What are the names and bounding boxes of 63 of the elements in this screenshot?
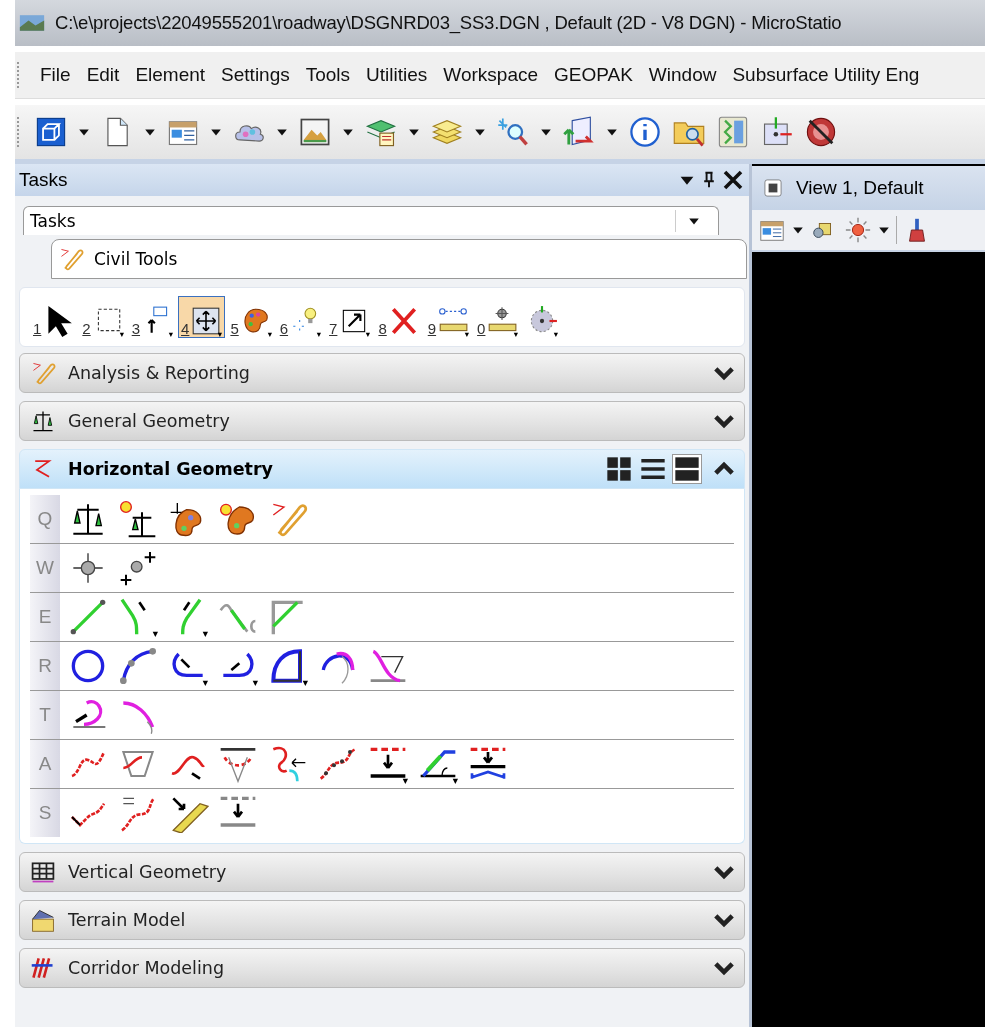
menu-item[interactable]: Tools [297,60,359,90]
terrain-icon [30,907,56,933]
chevron-icon[interactable] [714,412,734,430]
corridor-icon [30,955,56,981]
row-shortcut-key: W [30,544,60,592]
section-header[interactable]: Terrain Model [19,900,745,940]
row-shortcut-key: Q [30,495,60,543]
menu-item[interactable]: GEOPAK [546,60,641,90]
large-view-icon[interactable] [672,454,702,484]
chevron-icon[interactable] [714,959,734,977]
row-shortcut-key: A [30,740,60,788]
section-header[interactable]: Analysis & Reporting [19,353,745,393]
section-header[interactable]: General Geometry [19,401,745,441]
scale-icon [30,408,56,434]
menu-item[interactable]: Settings [213,60,298,90]
tool-button[interactable]: 2 [79,296,127,338]
tool-button[interactable]: 3 [128,296,177,338]
tool-button[interactable]: 0 [474,296,522,338]
row-shortcut-key: S [30,789,60,837]
chevron-icon[interactable] [714,460,734,478]
tool-button[interactable]: 1 [30,296,78,338]
point-ruler-icon [486,305,519,337]
grid-icon [30,859,56,885]
panel-icon[interactable] [716,115,750,149]
tab[interactable]: Civil Tools [51,239,747,279]
sun-icon[interactable] [844,216,872,244]
row-shortcut-key: T [30,691,60,739]
tool-button[interactable]: 5 [227,296,275,338]
menu-item[interactable]: Element [127,60,214,90]
grid-view-icon[interactable] [604,454,634,484]
tool-button[interactable]: 9 [424,296,473,338]
cube-icon[interactable] [34,115,68,149]
section-header[interactable]: Horizontal Geometry [19,449,745,489]
menu-item[interactable]: Edit [78,60,128,90]
view-title: View 1, Default [796,177,924,199]
row-shortcut-key: R [30,642,60,690]
window-icon[interactable] [762,177,784,199]
no-entry-icon[interactable] [804,115,838,149]
panel-title: Tasks [19,169,69,191]
tool-button[interactable]: 7 [326,296,374,338]
distance-icon [437,305,470,337]
info-icon[interactable] [628,115,662,149]
stretch-icon [190,305,223,337]
menu-item[interactable]: Window [640,60,725,90]
pin-icon[interactable] [703,171,715,189]
menu-item[interactable]: Subsurface Utility Eng [724,60,928,90]
tool-button[interactable]: 8 [375,296,423,338]
close-icon[interactable] [723,170,743,190]
paperclip-icon [58,246,84,272]
chevron-icon[interactable] [714,911,734,929]
chevron-icon[interactable] [714,364,734,382]
section-header[interactable]: Corridor Modeling [19,948,745,988]
menu-item[interactable]: File [32,60,79,90]
tool-button[interactable]: 4 [178,296,226,338]
tool-button[interactable]: 6 [276,296,325,338]
paperclip-icon [30,360,56,386]
task-dropdown[interactable]: Tasks [23,206,719,235]
row-shortcut-key: E [30,593,60,641]
menu-item[interactable]: Utilities [358,60,436,90]
chevron-icon[interactable] [714,863,734,881]
window-title: C:\e\projects\22049555201\roadway\DSGNRD03_SS3.DGN , Default (2D - V8 DGN) - MicroStatio [55,12,842,34]
menu-item[interactable]: Workspace [435,60,546,90]
section-header[interactable]: Vertical Geometry [19,852,745,892]
